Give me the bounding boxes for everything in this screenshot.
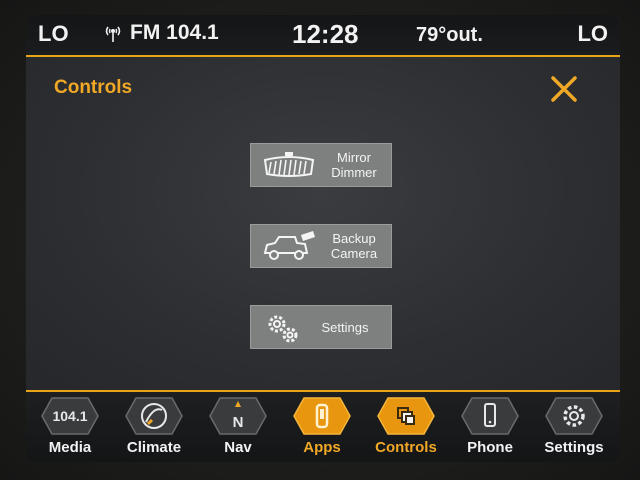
media-preset-badge: 104.1 (52, 408, 88, 424)
nav-phone-label: Phone (467, 439, 513, 456)
right-fan-level[interactable]: LO (577, 21, 608, 47)
page-title: Controls (54, 77, 133, 98)
backup-camera-label: Backup Camera (330, 231, 378, 261)
apps-icon (293, 397, 351, 435)
nav-apps-label: Apps (303, 439, 341, 456)
nav-controls-label: Controls (375, 439, 437, 456)
nav-apps[interactable]: Apps (282, 392, 362, 462)
compass-heading: N (232, 413, 244, 431)
phone-icon (461, 397, 519, 435)
settings-label: Settings (321, 319, 369, 335)
settings-button[interactable]: Settings (250, 305, 392, 349)
radio-station[interactable]: FM 104.1 (130, 21, 219, 45)
radio-signal-icon (105, 26, 121, 42)
nav-nav[interactable]: N Nav (198, 392, 278, 462)
left-fan-level[interactable]: LO (38, 21, 69, 47)
mirror-dimmer-button[interactable]: Mirror Dimmer (250, 143, 392, 187)
nav-climate[interactable]: Climate (114, 392, 194, 462)
nav-nav-label: Nav (224, 439, 252, 456)
clock: 12:28 (292, 19, 359, 49)
nav-climate-label: Climate (126, 439, 182, 456)
nav-media[interactable]: 104.1 Media (30, 392, 110, 462)
backup-camera-button[interactable]: Backup Camera (250, 224, 392, 268)
climate-icon (125, 397, 183, 435)
mirror-icon (263, 152, 315, 177)
infotainment-screen: LO FM 104.1 12:28 79°out. LO Controls Mi… (26, 15, 620, 462)
outside-temperature: 79°out. (416, 24, 483, 46)
mirror-dimmer-label: Mirror Dimmer (331, 150, 377, 180)
controls-panel: Controls Mirror Dimmer Backup Camera Set… (26, 57, 620, 392)
nav-settings-label: Settings (544, 439, 604, 456)
close-icon[interactable] (548, 73, 580, 105)
controls-icon (377, 397, 435, 435)
nav-controls[interactable]: Controls (366, 392, 446, 462)
nav-media-label: Media (48, 439, 92, 456)
vehicle-camera-icon (263, 231, 315, 260)
status-bar: LO FM 104.1 12:28 79°out. LO (26, 15, 620, 55)
nav-phone[interactable]: Phone (450, 392, 530, 462)
gears-icon (268, 315, 298, 343)
bottom-nav: 104.1 Media Climate N Nav Apps Controls … (26, 392, 620, 462)
nav-settings[interactable]: Settings (534, 392, 614, 462)
gear-icon (545, 397, 603, 435)
